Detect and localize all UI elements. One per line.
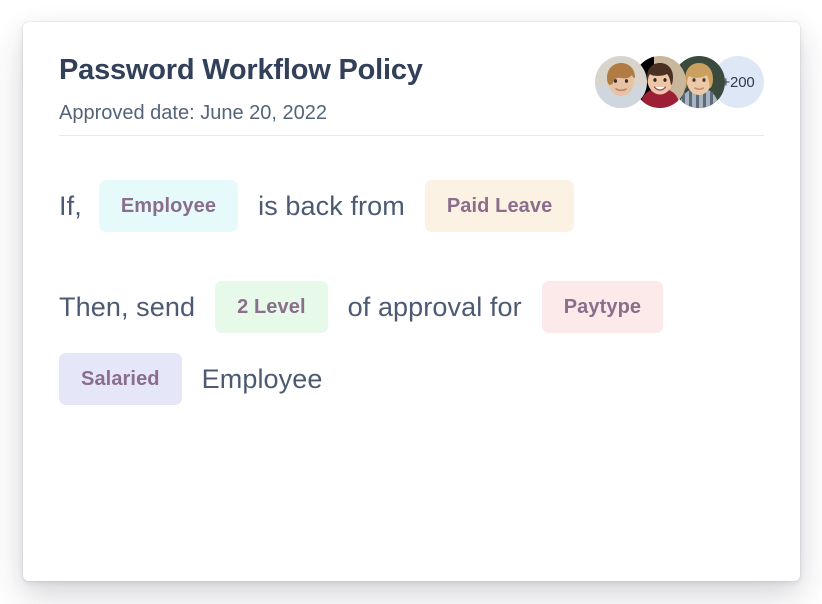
policy-card: Password Workflow Policy Approved date: … bbox=[23, 22, 800, 581]
rule-line-2: Then, send 2 Level of approval for Paytype bbox=[59, 281, 764, 333]
rule-line3-suffix: Employee bbox=[201, 364, 323, 394]
rule-line1-middle: is back from bbox=[258, 191, 405, 221]
chip-salaried[interactable]: Salaried bbox=[59, 353, 182, 405]
avatar-stack[interactable]: +200 bbox=[595, 56, 764, 108]
chip-paid-leave[interactable]: Paid Leave bbox=[424, 180, 575, 232]
rule-line-3: Salaried Employee bbox=[59, 353, 764, 405]
rule-line-1: If, Employee is back from Paid Leave bbox=[59, 180, 764, 232]
chip-employee[interactable]: Employee bbox=[98, 180, 239, 232]
screenshot-stage: Password Workflow Policy Approved date: … bbox=[0, 0, 822, 604]
rule-line1-prefix: If, bbox=[59, 191, 82, 221]
rule-line2-middle: of approval for bbox=[347, 292, 522, 322]
card-header: Password Workflow Policy Approved date: … bbox=[59, 22, 764, 135]
rule-body: If, Employee is back from Paid Leave Then, … bbox=[59, 136, 764, 405]
avatar[interactable] bbox=[595, 56, 647, 108]
chip-paytype[interactable]: Paytype bbox=[541, 281, 664, 333]
chip-approval-level[interactable]: 2 Level bbox=[215, 281, 328, 333]
rule-line2-prefix: Then, send bbox=[59, 292, 196, 322]
